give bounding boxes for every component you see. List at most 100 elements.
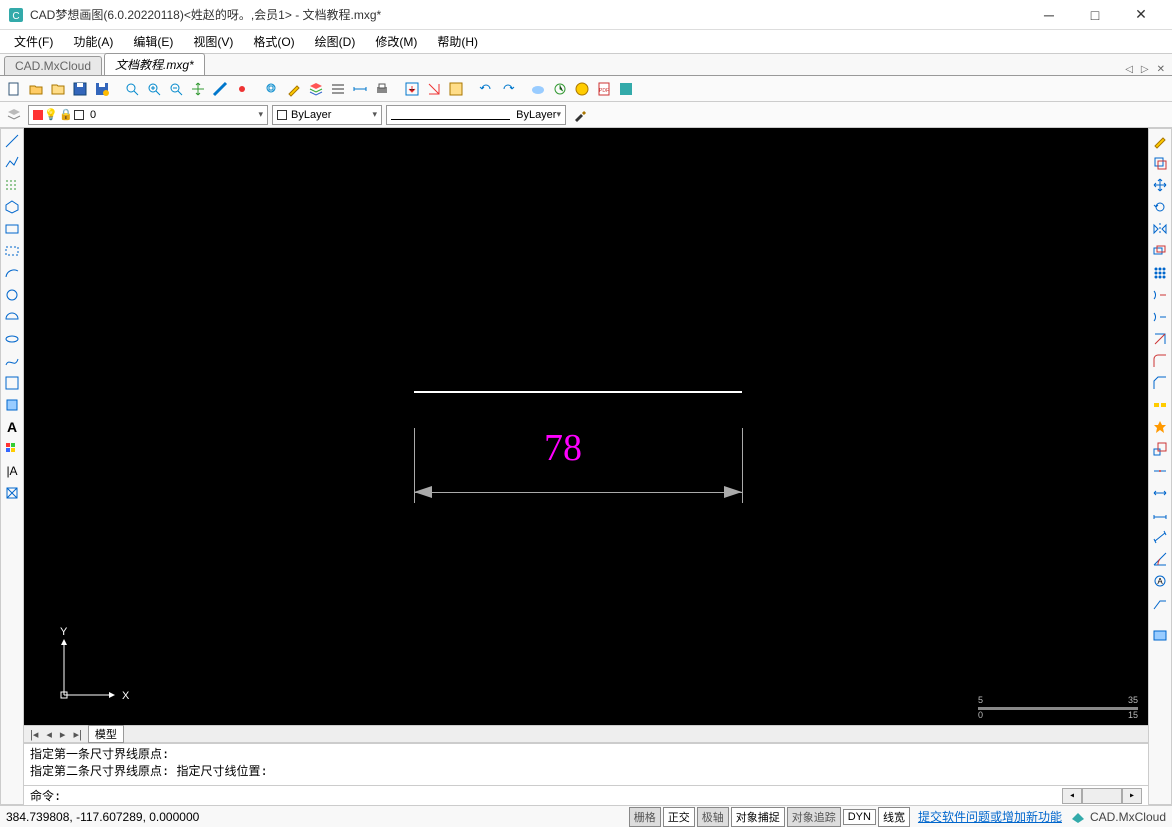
toggle-dyn[interactable]: DYN — [843, 809, 876, 825]
menu-view[interactable]: 视图(V) — [187, 31, 239, 52]
tab-prev-icon[interactable]: ◁ — [1122, 64, 1136, 75]
doc-tab-tutorial[interactable]: 文档教程.mxg* — [104, 53, 205, 75]
lineweight-icon[interactable] — [328, 79, 348, 99]
save-icon[interactable] — [70, 79, 90, 99]
point-icon[interactable] — [232, 79, 252, 99]
hatch-tool-icon[interactable] — [2, 175, 22, 195]
tab-close-icon[interactable]: ✕ — [1154, 64, 1168, 75]
dim-tool-icon[interactable]: |A — [2, 461, 22, 481]
measure-icon[interactable] — [210, 79, 230, 99]
cloud-icon[interactable] — [528, 79, 548, 99]
folder-icon[interactable] — [48, 79, 68, 99]
new-file-icon[interactable] — [4, 79, 24, 99]
import-icon[interactable] — [424, 79, 444, 99]
model-tab-prev-icon[interactable]: ◂ — [44, 728, 54, 741]
trim-icon[interactable] — [1150, 307, 1170, 327]
linetype-combo[interactable]: ByLayer ▾ — [386, 105, 566, 125]
zoom-in-icon[interactable] — [144, 79, 164, 99]
edit-icon[interactable] — [284, 79, 304, 99]
polygon-tool-icon[interactable] — [2, 197, 22, 217]
polyline-tool-icon[interactable] — [2, 153, 22, 173]
doc-tab-mxcloud[interactable]: CAD.MxCloud — [4, 56, 102, 75]
tools-icon[interactable] — [446, 79, 466, 99]
brush-icon[interactable] — [570, 105, 590, 125]
scale-icon[interactable] — [1150, 439, 1170, 459]
minimize-button[interactable]: ─ — [1026, 0, 1072, 30]
tab-next-icon[interactable]: ▷ — [1138, 64, 1152, 75]
copy-icon[interactable] — [1150, 153, 1170, 173]
text-tool-icon[interactable]: A — [2, 417, 22, 437]
pdf-icon[interactable]: PDF — [594, 79, 614, 99]
dim-angle-icon[interactable] — [1150, 549, 1170, 569]
toggle-polar[interactable]: 极轴 — [697, 807, 729, 827]
menu-function[interactable]: 功能(A) — [67, 31, 119, 52]
save-as-icon[interactable] — [92, 79, 112, 99]
grid-tool-icon[interactable] — [2, 439, 22, 459]
zoom-fit-icon[interactable] — [122, 79, 142, 99]
toggle-grid[interactable]: 栅格 — [629, 807, 661, 827]
scroll-right-icon[interactable]: ▸ — [1122, 788, 1142, 804]
drawing-canvas[interactable]: 78 X Y 535 015 — [24, 128, 1148, 725]
model-tab-last-icon[interactable]: ▸| — [71, 728, 83, 741]
command-input[interactable] — [65, 789, 1062, 803]
offset-icon[interactable] — [1150, 241, 1170, 261]
model-tab[interactable]: 模型 — [88, 725, 124, 743]
menu-file[interactable]: 文件(F) — [8, 31, 59, 52]
mirror-icon[interactable] — [1150, 219, 1170, 239]
clip-tool-icon[interactable] — [2, 241, 22, 261]
menu-modify[interactable]: 修改(M) — [369, 31, 423, 52]
semicircle-tool-icon[interactable] — [2, 307, 22, 327]
spline-tool-icon[interactable] — [2, 351, 22, 371]
redo-icon[interactable] — [498, 79, 518, 99]
open-file-icon[interactable] — [26, 79, 46, 99]
block-tool-icon[interactable] — [2, 483, 22, 503]
ellipse-tool-icon[interactable] — [2, 329, 22, 349]
cloud-logo[interactable]: CAD.MxCloud — [1070, 809, 1166, 825]
dim-align-icon[interactable] — [1150, 527, 1170, 547]
layer-manager-icon[interactable] — [4, 105, 24, 125]
move-icon[interactable] — [1150, 175, 1170, 195]
sync-icon[interactable] — [550, 79, 570, 99]
undo-icon[interactable] — [476, 79, 496, 99]
region-tool-icon[interactable] — [2, 395, 22, 415]
close-button[interactable]: ✕ — [1118, 0, 1164, 30]
leader-icon[interactable] — [1150, 593, 1170, 613]
toggle-ortho[interactable]: 正交 — [663, 807, 695, 827]
line-tool-icon[interactable] — [2, 131, 22, 151]
menu-format[interactable]: 格式(O) — [247, 31, 300, 52]
menu-help[interactable]: 帮助(H) — [431, 31, 484, 52]
color-combo[interactable]: ByLayer ▾ — [272, 105, 382, 125]
pan-icon[interactable] — [188, 79, 208, 99]
toggle-osnap[interactable]: 对象捕捉 — [731, 807, 785, 827]
zoom-window-icon[interactable] — [262, 79, 282, 99]
dim-linear-icon[interactable] — [1150, 505, 1170, 525]
layer-combo[interactable]: 💡 🔒 0 ▾ — [28, 105, 268, 125]
menu-edit[interactable]: 编辑(E) — [127, 31, 179, 52]
export-icon[interactable] — [402, 79, 422, 99]
toggle-lineweight[interactable]: 线宽 — [878, 807, 910, 827]
circle-tool-icon[interactable] — [2, 285, 22, 305]
print-icon[interactable] — [372, 79, 392, 99]
join-icon[interactable] — [1150, 461, 1170, 481]
rotate-icon[interactable] — [1150, 197, 1170, 217]
zoom-out-icon[interactable] — [166, 79, 186, 99]
edit-pencil-icon[interactable] — [1150, 131, 1170, 151]
rect-tool-icon[interactable] — [2, 219, 22, 239]
scroll-left-icon[interactable]: ◂ — [1062, 788, 1082, 804]
arc-tool-icon[interactable] — [2, 263, 22, 283]
explode-icon[interactable] — [1150, 417, 1170, 437]
screenshot-icon[interactable] — [1150, 625, 1170, 645]
model-tab-first-icon[interactable]: |◂ — [28, 728, 40, 741]
menu-draw[interactable]: 绘图(D) — [309, 31, 362, 52]
toggle-otrack[interactable]: 对象追踪 — [787, 807, 841, 827]
break-icon[interactable] — [1150, 395, 1170, 415]
scroll-track[interactable] — [1082, 788, 1122, 804]
extend-icon[interactable] — [1150, 285, 1170, 305]
dimension-style-icon[interactable] — [350, 79, 370, 99]
chamfer-icon[interactable] — [1150, 373, 1170, 393]
app-icon-tb[interactable] — [616, 79, 636, 99]
feedback-link[interactable]: 提交软件问题或增加新功能 — [918, 808, 1062, 825]
extract-icon[interactable] — [1150, 329, 1170, 349]
layers-icon[interactable] — [306, 79, 326, 99]
model-tab-next-icon[interactable]: ▸ — [58, 728, 68, 741]
